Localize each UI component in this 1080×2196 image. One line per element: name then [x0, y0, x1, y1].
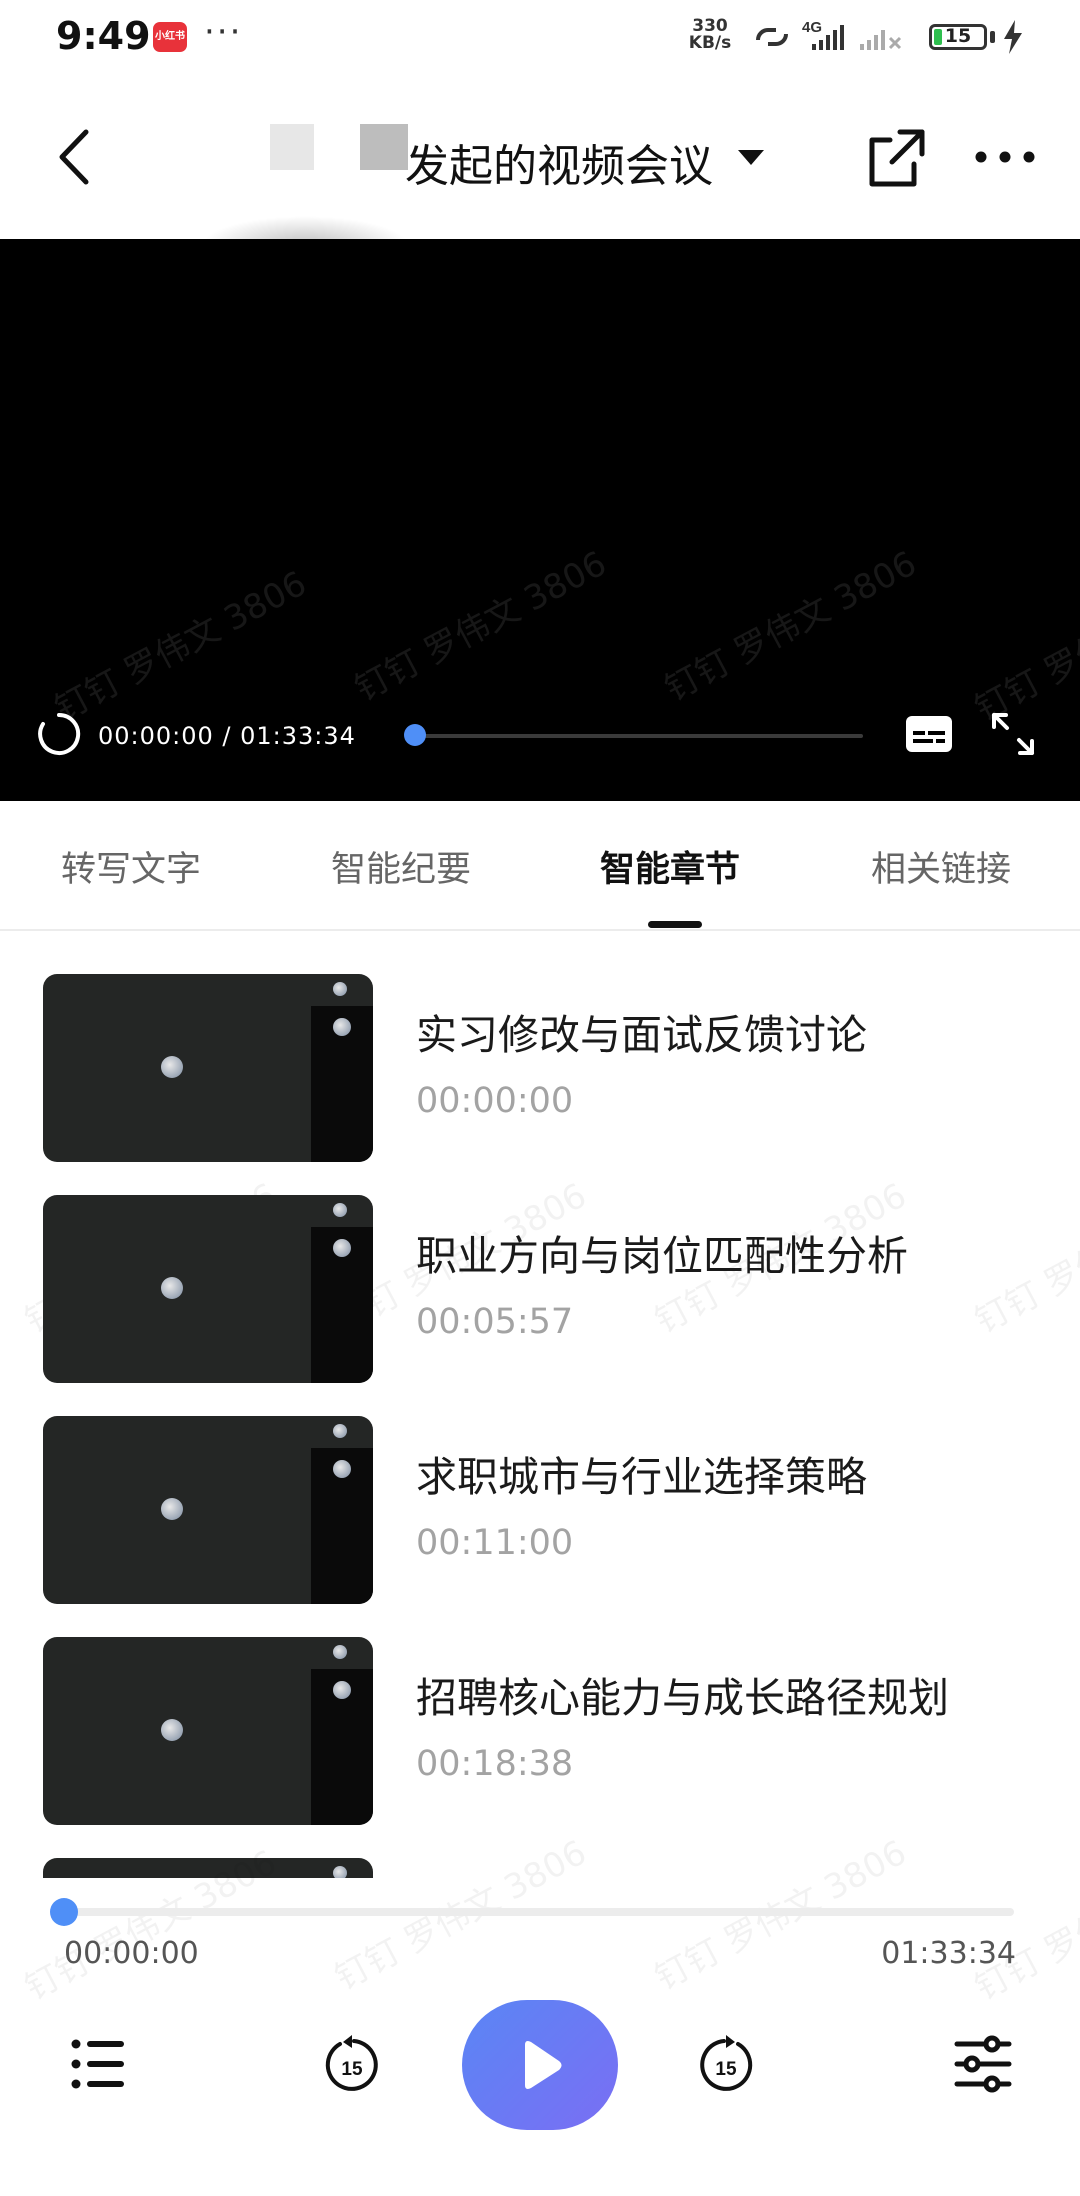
- loading-spinner-icon: [38, 712, 81, 755]
- playlist-button[interactable]: [70, 2036, 126, 2092]
- signal-icons: 4G: [756, 19, 902, 50]
- battery-level: 15: [944, 25, 972, 47]
- watermark: 钉钉 罗伟文 3806: [48, 563, 313, 730]
- chapter-item[interactable]: 实习修改与面试反馈讨论 00:00:00: [0, 931, 1080, 1162]
- speaker-avatar: [161, 1498, 183, 1520]
- tab-transcript[interactable]: 转写文字: [61, 841, 201, 892]
- subtitle-button[interactable]: [904, 714, 954, 754]
- share-icon: [869, 129, 925, 187]
- tab-related-links[interactable]: 相关链接: [871, 841, 1011, 892]
- speaker-avatar: [161, 1277, 183, 1299]
- chapter-timestamp: 00:00:00: [416, 1081, 574, 1121]
- chapter-timestamp: 00:11:00: [416, 1523, 574, 1563]
- back-button[interactable]: [48, 122, 108, 192]
- chapter-thumbnail: [43, 974, 373, 1162]
- page-title[interactable]: 发起的视频会议: [405, 130, 713, 194]
- participant-avatar: [333, 1424, 347, 1438]
- network-speed: 330 KB/s: [684, 18, 736, 52]
- redacted-name-block: [270, 124, 314, 170]
- rewind-15-button[interactable]: 15: [322, 2034, 382, 2096]
- audio-player: 钉钉 罗伟文 3806 钉钉 罗伟文 3806 钉钉 罗伟文 3806 钉钉 罗…: [0, 1833, 1080, 2196]
- participant-avatar: [333, 1460, 351, 1478]
- forward-15-icon: 15: [700, 2035, 753, 2091]
- share-button[interactable]: [862, 126, 928, 192]
- video-player[interactable]: 钉钉 罗伟文 3806 钉钉 罗伟文 3806 钉钉 罗伟文 3806 钉钉 罗…: [0, 239, 1080, 801]
- speaker-avatar: [161, 1056, 183, 1078]
- playlist-icon: [71, 2039, 124, 2089]
- tab-smart-summary[interactable]: 智能纪要: [331, 841, 471, 892]
- more-icon: [975, 151, 1035, 163]
- chapter-list[interactable]: 钉钉 罗伟文 3806 钉钉 罗伟文 3806 钉钉 罗伟文 3806 钉钉 罗…: [0, 931, 1080, 1878]
- chapter-timestamp: 00:05:57: [416, 1302, 574, 1342]
- tab-bar: 转写文字 智能纪要 智能章节 相关链接: [0, 801, 1080, 931]
- settings-sliders-icon: [954, 2035, 1012, 2093]
- chapter-title: 求职城市与行业选择策略: [416, 1453, 867, 1501]
- chapter-thumbnail: [43, 1416, 373, 1604]
- network-type-label: 4G: [802, 19, 822, 36]
- speaker-avatar: [161, 1719, 183, 1741]
- network-speed-unit: KB/s: [688, 33, 732, 53]
- chapter-item[interactable]: 招聘核心能力与成长路径规划 00:18:38: [0, 1594, 1080, 1825]
- status-bar: 9:49 小红书 ··· 330 KB/s 4G 15: [0, 0, 1080, 76]
- more-notifications-indicator: ···: [204, 12, 243, 52]
- header: 发起的视频会议: [0, 76, 1080, 276]
- subtitle-icon: [906, 716, 952, 752]
- status-time: 9:49: [56, 14, 151, 58]
- charging-icon: [1004, 20, 1022, 54]
- chapter-thumbnail: [43, 1195, 373, 1383]
- rewind-15-icon: 15: [325, 2035, 378, 2091]
- settings-button[interactable]: [954, 2034, 1012, 2094]
- back-icon: [59, 129, 89, 185]
- battery-icon: 15: [929, 24, 987, 50]
- signal-4g-icon: 4G: [802, 19, 844, 50]
- video-time-display: 00:00:00 / 01:33:34: [98, 722, 356, 750]
- active-tab-indicator: [648, 921, 702, 928]
- chapter-timestamp: 00:18:38: [416, 1744, 574, 1784]
- watermark: 钉钉 罗伟文 3806: [348, 543, 613, 710]
- app-notification-icon: 小红书: [153, 22, 187, 52]
- chapter-item-partial[interactable]: [0, 1815, 1080, 1878]
- chapter-thumbnail: [43, 1858, 373, 1878]
- video-progress-knob[interactable]: [404, 724, 426, 746]
- redacted-name-block: [360, 124, 408, 170]
- player-progress-knob[interactable]: [50, 1898, 78, 1926]
- fullscreen-button[interactable]: [988, 709, 1038, 759]
- participant-avatar: [333, 982, 347, 996]
- participant-avatar: [333, 1866, 347, 1878]
- participant-avatar: [333, 1018, 351, 1036]
- battery-tip: [990, 31, 995, 43]
- total-time: 01:33:34: [881, 1936, 1016, 1971]
- more-button[interactable]: [972, 142, 1038, 172]
- fullscreen-icon: [992, 713, 1034, 755]
- current-time: 00:00:00: [64, 1936, 199, 1971]
- participant-avatar: [333, 1645, 347, 1659]
- tab-smart-chapters[interactable]: 智能章节: [600, 841, 740, 892]
- player-progress-track[interactable]: [64, 1908, 1014, 1916]
- dropdown-caret-icon[interactable]: [738, 150, 764, 165]
- forward-seconds-label: 15: [715, 2059, 737, 2080]
- chapter-title: 职业方向与岗位匹配性分析: [416, 1232, 908, 1280]
- signal-no-service-icon: [860, 30, 902, 50]
- participant-avatar: [333, 1203, 347, 1217]
- chapter-title: 招聘核心能力与成长路径规划: [416, 1674, 949, 1722]
- chapter-thumbnail: [43, 1637, 373, 1825]
- video-progress-track[interactable]: [415, 734, 863, 738]
- play-icon: [525, 2041, 562, 2089]
- hotspot-link-icon: [756, 28, 788, 46]
- participant-avatar: [333, 1239, 351, 1257]
- chapter-title: 实习修改与面试反馈讨论: [416, 1011, 867, 1059]
- chapter-item[interactable]: 职业方向与岗位匹配性分析 00:05:57: [0, 1152, 1080, 1383]
- chapter-item[interactable]: 求职城市与行业选择策略 00:11:00: [0, 1373, 1080, 1604]
- participant-avatar: [333, 1681, 351, 1699]
- rewind-seconds-label: 15: [341, 2059, 363, 2080]
- watermark: 钉钉 罗伟文 3806: [968, 564, 1080, 730]
- forward-15-button[interactable]: 15: [696, 2034, 756, 2096]
- watermark: 钉钉 罗伟文 3806: [658, 543, 923, 710]
- play-button[interactable]: [462, 2000, 618, 2130]
